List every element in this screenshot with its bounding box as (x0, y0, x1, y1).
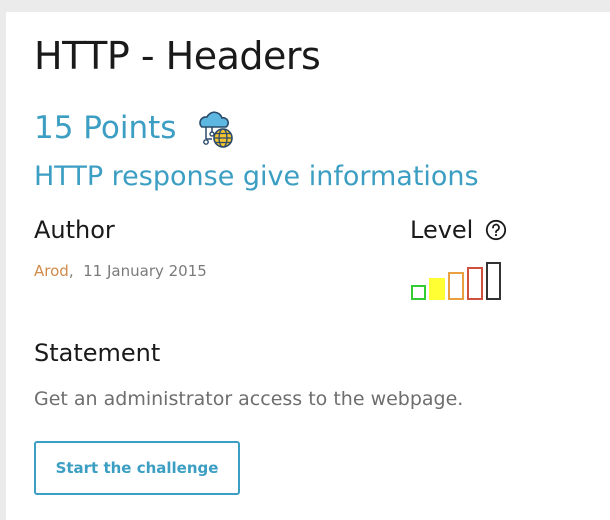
level-heading: Level (410, 216, 507, 244)
challenge-subtitle: HTTP response give informations (34, 161, 479, 192)
difficulty-level-bars (411, 262, 501, 300)
statement-text: Get an administrator access to the webpa… (34, 388, 464, 410)
author-separator: , (68, 262, 74, 280)
level-bar-4 (467, 267, 483, 300)
author-heading: Author (34, 216, 115, 244)
start-challenge-button[interactable]: Start the challenge (34, 441, 240, 495)
level-label: Level (410, 216, 474, 244)
points-row: 15 Points (34, 105, 238, 151)
challenge-title: HTTP - Headers (34, 34, 321, 78)
points-value: 15 Points (34, 110, 177, 146)
challenge-card: HTTP - Headers 15 Points HTTP response g… (6, 12, 610, 520)
author-info: Arod, 11 January 2015 (34, 262, 207, 280)
level-bar-5 (486, 262, 501, 300)
question-circle-icon[interactable] (485, 219, 507, 241)
level-bar-3 (448, 272, 464, 300)
statement-heading: Statement (34, 339, 161, 367)
level-bar-2 (429, 278, 445, 300)
author-date: 11 January 2015 (83, 262, 207, 280)
cloud-network-globe-icon (199, 111, 234, 148)
level-bar-1 (411, 285, 426, 300)
author-name-link[interactable]: Arod (34, 262, 69, 280)
